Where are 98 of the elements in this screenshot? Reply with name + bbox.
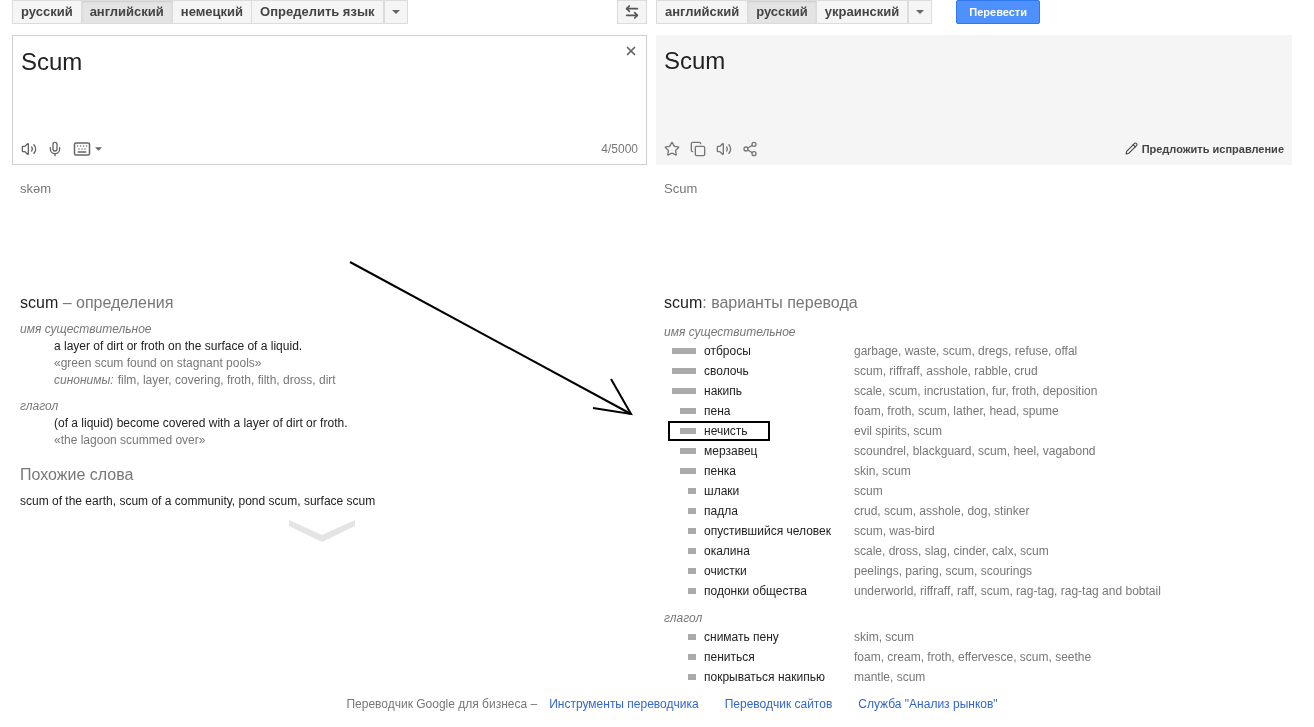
definition-word: scum: [20, 292, 59, 313]
translation-option[interactable]: сволочь: [704, 361, 749, 380]
pencil-icon: [1124, 142, 1138, 156]
swap-icon: [624, 4, 640, 20]
language-tab[interactable]: русский: [747, 0, 817, 24]
part-of-speech: глагол: [20, 397, 59, 415]
suggest-edit-button[interactable]: Предложить исправление: [1124, 140, 1284, 157]
speaker-icon[interactable]: [716, 140, 732, 157]
frequency-bar: [680, 407, 696, 414]
example-text: «green scum found on stagnant pools»: [54, 354, 262, 372]
translation-option[interactable]: нечисть: [704, 421, 748, 440]
translation-option[interactable]: опустившийся человек: [704, 521, 831, 540]
reverse-translations: skin, scum: [854, 462, 911, 480]
translation-option[interactable]: отбросы: [704, 341, 751, 360]
frequency-bar: [688, 673, 696, 680]
related-words: scum of the earth, scum of a community, pond scum, surface scum: [20, 492, 376, 510]
character-count: 4/5000: [601, 141, 638, 158]
reverse-translations: evil spirits, scum: [854, 422, 942, 440]
close-icon[interactable]: [624, 44, 638, 58]
translation-word: scum: [664, 292, 703, 313]
definition-text: (of a liquid) become covered with a layer of dirt or froth.: [54, 414, 348, 432]
frequency-bar: [688, 547, 696, 554]
reverse-translations: mantle, scum: [854, 668, 926, 686]
footer-link[interactable]: Служба "Анализ рынков": [858, 695, 998, 713]
frequency-bar: [688, 507, 696, 514]
reverse-translations: peelings, paring, scum, scourings: [854, 562, 1033, 580]
translation-option[interactable]: очистки: [704, 561, 747, 580]
language-tab[interactable]: Определить язык: [251, 0, 384, 24]
caret-icon: [391, 10, 400, 14]
language-dropdown-button[interactable]: [908, 0, 933, 24]
keyboard-icon[interactable]: [73, 140, 91, 158]
translation-option[interactable]: снимать пену: [704, 627, 779, 646]
language-tab[interactable]: русский: [12, 0, 82, 24]
translation-option[interactable]: пениться: [704, 647, 755, 666]
language-tab[interactable]: немецкий: [171, 0, 253, 24]
reverse-translations: scum, was-bird: [854, 522, 935, 540]
frequency-bar: [680, 447, 696, 454]
reverse-translations: scum, riffraff, asshole, rabble, crud: [854, 362, 1038, 380]
frequency-bar: [688, 587, 696, 594]
microphone-icon[interactable]: [47, 141, 63, 157]
language-tab[interactable]: английский: [80, 0, 173, 24]
frequency-bar: [688, 653, 696, 660]
synonyms-label: синонимы:: [54, 371, 114, 389]
section-title: : варианты перевода: [702, 292, 858, 313]
speaker-icon[interactable]: [21, 141, 37, 157]
reverse-translations: crud, scum, asshole, dog, stinker: [854, 502, 1030, 520]
phonetic-text: skəm: [19, 180, 52, 198]
reverse-translations: underworld, riffraff, raff, scum, rag-tag, rag-tag and bobtail: [854, 582, 1161, 600]
related-title: Похожие слова: [20, 464, 134, 485]
reverse-translations: garbage, waste, scum, dregs, refuse, offal: [854, 342, 1078, 360]
part-of-speech: имя существительное: [664, 323, 796, 341]
language-tab[interactable]: английский: [656, 0, 749, 24]
source-text-area[interactable]: Scum 4/5000: [12, 35, 647, 165]
caret-icon: [916, 10, 925, 14]
frequency-bar: [672, 367, 696, 374]
footer-text: Переводчик Google для бизнеса –: [346, 696, 538, 713]
reverse-translations: foam, cream, froth, effervesce, scum, seethe: [854, 648, 1092, 666]
share-icon[interactable]: [742, 140, 758, 157]
caret-icon[interactable]: [95, 147, 102, 151]
synonyms-text: film, layer, covering, froth, filth, dross, dirt: [117, 371, 336, 389]
frequency-bar: [680, 427, 696, 434]
translated-text: Scum: [664, 46, 726, 76]
translation-option[interactable]: мерзавец: [704, 441, 758, 460]
frequency-bar: [688, 567, 696, 574]
source-text: Scum: [21, 47, 83, 77]
translation-option[interactable]: окалина: [704, 541, 750, 560]
reverse-translations: scale, scum, incrustation, fur, froth, deposition: [854, 382, 1098, 400]
translation-option[interactable]: покрываться накипью: [704, 667, 825, 686]
language-dropdown-button[interactable]: [383, 0, 408, 24]
translation-option[interactable]: пена: [704, 401, 731, 420]
reverse-translations: scum: [854, 482, 883, 500]
reverse-translations: skim, scum: [854, 628, 914, 646]
frequency-bar: [688, 633, 696, 640]
translation-option[interactable]: шлаки: [704, 481, 740, 500]
part-of-speech: имя существительное: [20, 320, 152, 338]
swap-languages-button[interactable]: [617, 0, 647, 24]
frequency-bar: [688, 487, 696, 494]
definition-text: a layer of dirt or froth on the surface of a liquid.: [54, 337, 303, 355]
copy-icon[interactable]: [690, 140, 706, 157]
frequency-bar: [680, 467, 696, 474]
section-title: – определения: [61, 292, 174, 313]
frequency-bar: [688, 527, 696, 534]
language-tab[interactable]: украинский: [815, 0, 909, 24]
footer-link[interactable]: Инструменты переводчика: [549, 695, 699, 713]
reverse-translations: scoundrel, blackguard, scum, heel, vagabond: [854, 442, 1096, 460]
translation-option[interactable]: падла: [704, 501, 738, 520]
frequency-bar: [672, 347, 696, 354]
footer-link[interactable]: Переводчик сайтов: [724, 695, 833, 713]
part-of-speech: глагол: [664, 609, 703, 627]
transliteration-text: Scum: [663, 180, 698, 198]
example-text: «the lagoon scummed over»: [54, 431, 206, 449]
translation-option[interactable]: подонки общества: [704, 581, 807, 600]
frequency-bar: [672, 387, 696, 394]
reverse-translations: scale, dross, slag, cinder, calx, scum: [854, 542, 1049, 560]
reverse-translations: foam, froth, scum, lather, head, spume: [854, 402, 1059, 420]
translation-option[interactable]: накипь: [704, 381, 742, 400]
translation-option[interactable]: пенка: [704, 461, 736, 480]
star-icon[interactable]: [664, 140, 680, 157]
